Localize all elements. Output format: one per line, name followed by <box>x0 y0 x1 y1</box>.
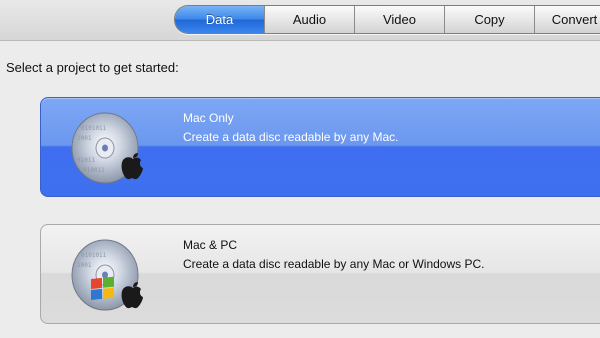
project-mac-and-pc[interactable]: 0101011 1001 Mac & PC Create a data disc… <box>40 224 600 324</box>
project-description: Create a data disc readable by any Mac. <box>183 130 399 144</box>
project-type-tabs: Data Audio Video Copy Convert <box>174 5 600 34</box>
project-title: Mac Only <box>183 111 234 125</box>
data-disc-apple-windows-icon: 0101011 1001 <box>71 239 143 311</box>
tab-audio[interactable]: Audio <box>265 6 355 33</box>
project-description: Create a data disc readable by any Mac o… <box>183 257 485 271</box>
svg-text:01011: 01011 <box>77 157 95 164</box>
tab-convert[interactable]: Convert <box>535 6 600 33</box>
tab-copy[interactable]: Copy <box>445 6 535 33</box>
svg-text:0101011: 0101011 <box>81 125 107 132</box>
data-disc-apple-icon: 0101011 1001 01011 010011 <box>71 112 143 184</box>
project-title: Mac & PC <box>183 238 238 252</box>
svg-text:010011: 010011 <box>83 167 105 174</box>
tab-data[interactable]: Data <box>175 6 265 33</box>
svg-text:0101011: 0101011 <box>81 252 107 259</box>
toolbar: Data Audio Video Copy Convert <box>0 0 600 41</box>
prompt-label: Select a project to get started: <box>6 60 179 75</box>
svg-text:1001: 1001 <box>77 262 92 269</box>
svg-text:1001: 1001 <box>77 135 92 142</box>
tab-video[interactable]: Video <box>355 6 445 33</box>
project-mac-only[interactable]: 0101011 1001 01011 010011 Mac Only Creat… <box>40 97 600 197</box>
